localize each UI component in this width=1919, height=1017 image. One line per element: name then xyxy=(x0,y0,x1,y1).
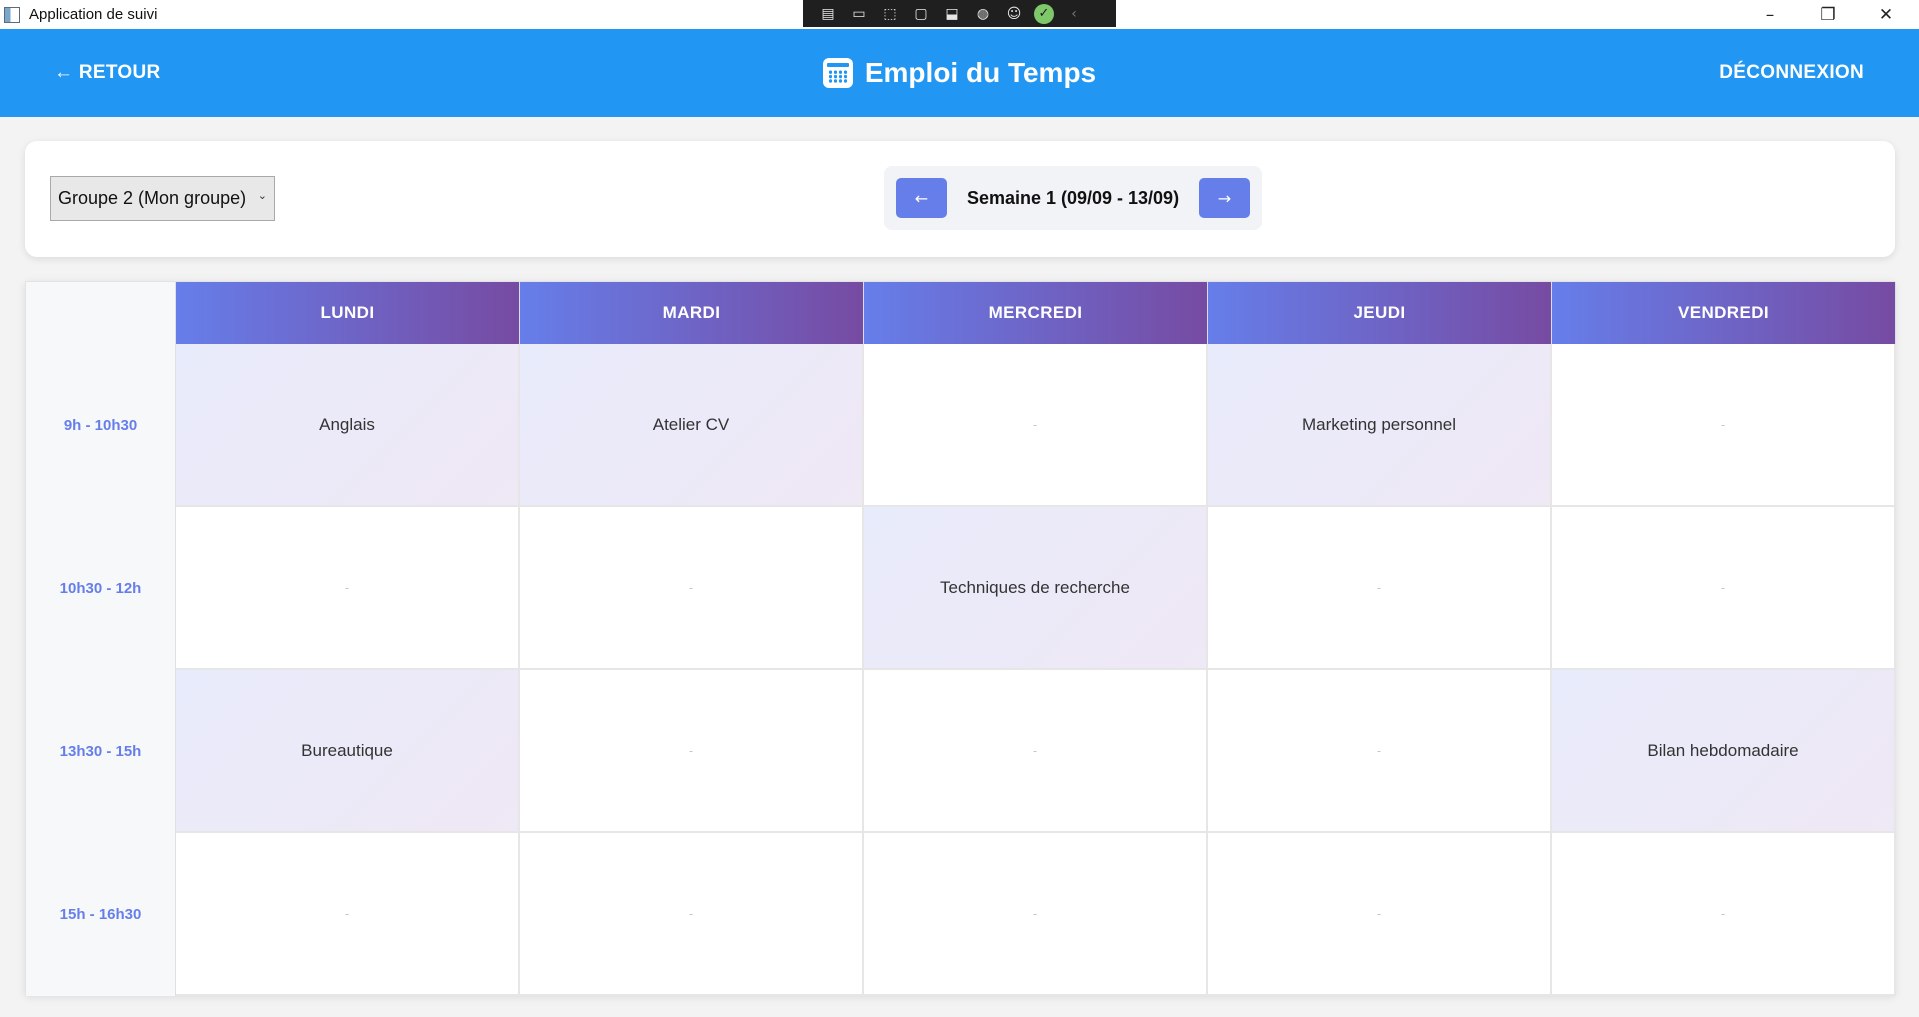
accessibility-icon[interactable]: ☺ xyxy=(1003,5,1025,23)
timetable-grid: LUNDI MARDI MERCREDI JEUDI VENDREDI 9h - 10h3… xyxy=(25,281,1896,996)
track-focus-icon[interactable]: ⬓ xyxy=(941,5,963,23)
day-header-jeudi: JEUDI xyxy=(1208,282,1552,344)
next-week-button[interactable]: → xyxy=(1199,178,1250,218)
previous-week-button[interactable]: ← xyxy=(896,178,947,218)
course-slot[interactable]: Bilan hebdomadaire xyxy=(1552,670,1896,833)
check-icon[interactable]: ✓ xyxy=(1034,3,1054,24)
binding-failures-icon[interactable]: ◍ xyxy=(972,5,994,23)
empty-slot[interactable]: - xyxy=(1552,344,1896,507)
chevron-down-icon: ⌄ xyxy=(257,190,267,202)
header-title-group: Emploi du Temps xyxy=(0,29,1919,117)
minimize-icon[interactable]: – xyxy=(1741,0,1799,29)
empty-slot[interactable]: - xyxy=(520,833,864,996)
empty-slot[interactable]: - xyxy=(1208,833,1552,996)
controls-card: Groupe 2 (Mon groupe) ⌄ ← Semaine 1 (09/… xyxy=(25,141,1895,257)
day-header-lundi: LUNDI xyxy=(176,282,520,344)
empty-slot[interactable]: - xyxy=(864,833,1208,996)
time-slot-label: 9h - 10h30 xyxy=(26,344,176,507)
app-icon xyxy=(4,6,20,23)
course-slot[interactable]: Bureautique xyxy=(176,670,520,833)
select-element-icon[interactable]: ⬚ xyxy=(879,5,901,23)
debug-toolbar: ▤ ▭ ⬚ ▢ ⬓ ◍ ☺ ✓ ‹ xyxy=(803,0,1116,27)
empty-slot[interactable]: - xyxy=(520,507,864,670)
live-tree-icon[interactable]: ▤ xyxy=(817,5,839,23)
empty-slot[interactable]: - xyxy=(864,344,1208,507)
empty-slot[interactable]: - xyxy=(520,670,864,833)
course-slot[interactable]: Atelier CV xyxy=(520,344,864,507)
timetable-corner xyxy=(26,282,176,344)
restore-icon[interactable]: ❐ xyxy=(1799,0,1857,29)
course-slot[interactable]: Anglais xyxy=(176,344,520,507)
course-slot[interactable]: Techniques de recherche xyxy=(864,507,1208,670)
display-layout-icon[interactable]: ▢ xyxy=(910,5,932,23)
day-header-vendredi: VENDREDI xyxy=(1552,282,1896,344)
day-header-mercredi: MERCREDI xyxy=(864,282,1208,344)
logout-button[interactable]: DÉCONNEXION xyxy=(1719,29,1864,117)
back-button[interactable]: ← RETOUR xyxy=(54,29,161,117)
record-icon[interactable]: ▭ xyxy=(848,5,870,23)
week-navigator: ← Semaine 1 (09/09 - 13/09) → xyxy=(884,166,1262,230)
collapse-icon[interactable]: ‹ xyxy=(1063,5,1085,23)
calendar-icon xyxy=(822,58,853,88)
page-title: Emploi du Temps xyxy=(864,57,1097,88)
group-select[interactable]: Groupe 2 (Mon groupe) ⌄ xyxy=(50,176,275,221)
time-slot-label: 13h30 - 15h xyxy=(26,670,176,833)
group-select-value: Groupe 2 (Mon groupe) xyxy=(58,188,247,208)
empty-slot[interactable]: - xyxy=(1208,507,1552,670)
empty-slot[interactable]: - xyxy=(1208,670,1552,833)
close-icon[interactable]: ✕ xyxy=(1857,0,1915,29)
empty-slot[interactable]: - xyxy=(864,670,1208,833)
empty-slot[interactable]: - xyxy=(176,833,520,996)
empty-slot[interactable]: - xyxy=(1552,507,1896,670)
day-header-mardi: MARDI xyxy=(520,282,864,344)
week-label: Semaine 1 (09/09 - 13/09) xyxy=(966,187,1180,208)
empty-slot[interactable]: - xyxy=(1552,833,1896,996)
empty-slot[interactable]: - xyxy=(176,507,520,670)
app-header: Emploi du Temps ← RETOUR DÉCONNEXION xyxy=(0,29,1919,117)
window-titlebar: Application de suivi ▤ ▭ ⬚ ▢ ⬓ ◍ ☺ ✓ ‹ –… xyxy=(0,0,1919,29)
window-title: Application de suivi xyxy=(29,6,158,23)
time-slot-label: 10h30 - 12h xyxy=(26,507,176,670)
course-slot[interactable]: Marketing personnel xyxy=(1208,344,1552,507)
time-slot-label: 15h - 16h30 xyxy=(26,833,176,996)
